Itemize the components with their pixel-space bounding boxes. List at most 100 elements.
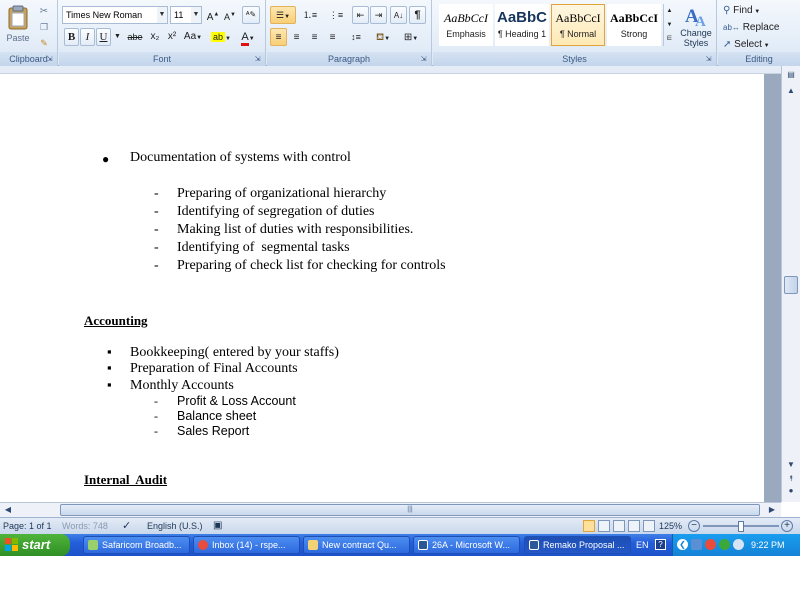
start-label: start xyxy=(22,537,51,552)
scroll-right-icon[interactable]: ▶ xyxy=(765,504,779,516)
font-launcher-icon[interactable]: ⇲ xyxy=(253,55,262,64)
messenger-icon[interactable] xyxy=(733,539,744,550)
multilevel-list-button[interactable]: ⋮≡ xyxy=(324,6,348,24)
zoom-slider-thumb[interactable] xyxy=(738,521,744,532)
horizontal-scroll-thumb[interactable]: ||| xyxy=(60,504,760,516)
network-icon[interactable] xyxy=(691,539,702,550)
change-case-label: Aa xyxy=(183,31,197,42)
scroll-left-icon[interactable]: ◀ xyxy=(1,504,15,516)
input-language[interactable]: EN xyxy=(636,534,649,556)
change-styles-button[interactable]: A A Change Styles xyxy=(677,2,715,50)
clock[interactable]: 9:22 PM xyxy=(751,534,785,556)
superscript-button[interactable]: x² xyxy=(164,28,180,46)
status-bar: Page: 1 of 1 Words: 748 ✓ English (U.S.)… xyxy=(0,517,800,534)
font-size-combo[interactable]: 11 ▼ xyxy=(170,6,202,24)
styles-launcher-icon[interactable]: ⇲ xyxy=(704,55,713,64)
language-indicator[interactable]: English (U.S.) xyxy=(147,518,203,534)
show-formatting-button[interactable]: ¶ xyxy=(409,6,426,24)
folder-icon xyxy=(308,540,318,550)
decrease-indent-button[interactable]: ⇤ xyxy=(352,6,369,24)
find-button[interactable]: ⚲ Find ▼ xyxy=(722,2,792,20)
task-26a-word[interactable]: 26A - Microsoft W... xyxy=(413,536,520,554)
change-case-button[interactable]: Aa▼ xyxy=(182,28,204,46)
line-spacing-button[interactable]: ↕≡ xyxy=(344,28,368,46)
print-layout-view-icon[interactable] xyxy=(583,520,595,532)
style-name: ¶ Normal xyxy=(559,29,597,39)
start-button[interactable]: start xyxy=(0,534,70,556)
bold-button[interactable]: B xyxy=(64,28,79,46)
task-inbox[interactable]: Inbox (14) - rspe... xyxy=(193,536,300,554)
grow-font-button[interactable]: A▲ xyxy=(205,6,221,24)
style-heading-1[interactable]: AaBbC ¶ Heading 1 xyxy=(495,4,549,46)
paragraph-launcher-icon[interactable]: ⇲ xyxy=(419,55,428,64)
macro-icon[interactable]: ▣ xyxy=(213,518,222,534)
justify-button[interactable]: ≡ xyxy=(324,28,341,46)
browse-object-icon[interactable]: ● xyxy=(783,484,799,498)
scroll-down-icon[interactable]: ▼ xyxy=(783,458,799,472)
ruler-strip xyxy=(0,66,781,74)
chevron-down-icon[interactable]: ▼ xyxy=(113,28,121,46)
update-icon[interactable] xyxy=(719,539,730,550)
chevron-up-icon[interactable]: ▲ xyxy=(664,4,675,18)
task-remako-proposal[interactable]: Remako Proposal ... xyxy=(524,536,631,554)
sort-button[interactable]: A↓ xyxy=(390,6,407,24)
italic-button[interactable]: I xyxy=(80,28,95,46)
zoom-in-icon[interactable]: + xyxy=(781,520,793,532)
increase-indent-button[interactable]: ⇥ xyxy=(370,6,387,24)
borders-button[interactable]: ⊞▼ xyxy=(398,28,424,46)
ruler-toggle-icon[interactable]: ▤ xyxy=(783,68,799,82)
proofing-icon[interactable]: ✓ xyxy=(122,518,131,534)
align-center-button[interactable]: ≡ xyxy=(288,28,305,46)
styles-group-label: Styles xyxy=(433,52,716,66)
style-normal[interactable]: AaBbCcI ¶ Normal xyxy=(551,4,605,46)
outline-view-icon[interactable] xyxy=(628,520,640,532)
numbering-button[interactable]: ⒈≡ xyxy=(298,6,322,24)
task-safaricom[interactable]: Safaricom Broadb... xyxy=(83,536,190,554)
style-strong[interactable]: AaBbCcI Strong xyxy=(607,4,661,46)
bullets-button[interactable]: ☰▼ xyxy=(270,6,296,24)
scroll-up-icon[interactable]: ▲ xyxy=(783,84,799,98)
security-icon[interactable] xyxy=(705,539,716,550)
clipboard-launcher-icon[interactable]: ⇲ xyxy=(45,55,54,64)
underline-button[interactable]: U xyxy=(96,28,111,46)
vertical-scroll-thumb[interactable] xyxy=(784,276,798,294)
zoom-level[interactable]: 125% xyxy=(659,518,682,534)
draft-view-icon[interactable] xyxy=(643,520,655,532)
full-screen-view-icon[interactable] xyxy=(598,520,610,532)
font-color-button[interactable]: A▼ xyxy=(235,28,261,46)
shading-button[interactable]: ⛾▼ xyxy=(371,28,395,46)
word-count[interactable]: Words: 748 xyxy=(62,518,108,534)
help-icon[interactable]: ? xyxy=(655,539,666,550)
document-page[interactable]: ● Documentation of systems with control … xyxy=(0,74,764,502)
subscript-button[interactable]: x₂ xyxy=(147,28,163,46)
web-layout-view-icon[interactable] xyxy=(613,520,625,532)
page-count[interactable]: Page: 1 of 1 xyxy=(3,518,52,534)
dash-item: Preparing of check list for checking for… xyxy=(177,258,446,273)
more-styles-icon[interactable]: ⋿ xyxy=(664,32,675,46)
chevron-down-icon[interactable]: ▼ xyxy=(191,7,201,23)
shrink-font-button[interactable]: A▼ xyxy=(222,6,238,24)
align-right-button[interactable]: ≡ xyxy=(306,28,323,46)
style-emphasis[interactable]: AaBbCcI Emphasis xyxy=(439,4,493,46)
font-name-combo[interactable]: Times New Roman ▼ xyxy=(62,6,168,24)
format-painter-button[interactable]: ✎ xyxy=(36,34,52,48)
zoom-out-icon[interactable]: − xyxy=(688,520,700,532)
editing-group-label: Editing xyxy=(718,52,800,66)
chevron-down-icon[interactable]: ▼ xyxy=(157,7,167,23)
highlight-button[interactable]: ab ▼ xyxy=(209,28,233,46)
strikethrough-button[interactable]: abe xyxy=(125,28,145,46)
dash-item: Making list of duties with responsibilit… xyxy=(177,222,414,237)
horizontal-scrollbar[interactable]: ◀ ||| ▶ xyxy=(0,502,781,517)
clear-formatting-button[interactable]: ᴬ✎ xyxy=(242,6,260,24)
sub-item: Balance sheet xyxy=(177,409,257,423)
style-sample: AaBbCcI xyxy=(609,11,658,25)
back-arrow-icon[interactable]: ❮ xyxy=(677,539,688,550)
align-left-button[interactable]: ≡ xyxy=(270,28,287,46)
vertical-scrollbar[interactable]: ▤ ▲ ▼ ⯭ ● xyxy=(781,66,800,502)
replace-button[interactable]: ab↔ Replace xyxy=(722,19,792,37)
cut-button[interactable]: ✂ xyxy=(36,2,52,17)
copy-button[interactable]: ❐ xyxy=(36,18,52,32)
paste-button[interactable]: Paste xyxy=(3,2,33,46)
task-new-contract[interactable]: New contract Qu... xyxy=(303,536,410,554)
chevron-down-icon[interactable]: ▼ xyxy=(664,18,675,32)
